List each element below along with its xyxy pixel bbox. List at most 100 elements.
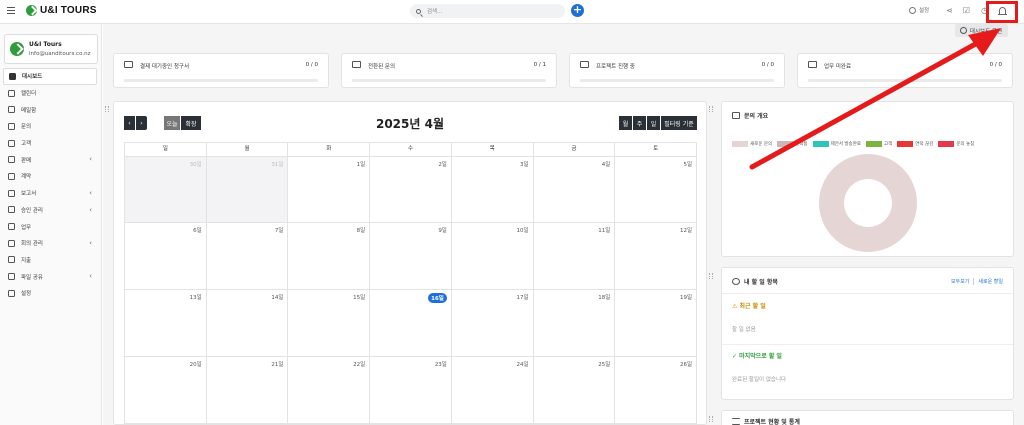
stat-progress-bar xyxy=(352,79,546,82)
calendar-day[interactable]: 11일 xyxy=(534,223,616,289)
calendar-day[interactable]: 26일 xyxy=(615,357,696,423)
calendar-day[interactable]: 6일 xyxy=(125,223,207,289)
calendar-week: 30일 31일 1일 2일 3일 4일 5일 xyxy=(124,156,697,223)
sidebar-item[interactable]: 업무 xyxy=(0,218,101,235)
stat-value: 0 / 0 xyxy=(761,62,774,68)
legend-item[interactable]: 제안서 발송완료 xyxy=(812,141,861,147)
calendar-day[interactable]: 5일 xyxy=(615,157,696,222)
stat-value: 0 / 0 xyxy=(989,62,1002,68)
calendar-day[interactable]: 9일 xyxy=(370,223,452,289)
divider xyxy=(722,344,1013,345)
report-icon xyxy=(8,189,15,197)
search-input[interactable]: 검색... xyxy=(410,4,565,18)
settings-label: 설정 xyxy=(919,8,930,14)
calendar-day[interactable]: 17일 xyxy=(452,290,534,356)
week-view-button[interactable]: 주 xyxy=(633,116,646,130)
sidebar-item-label: 문의 xyxy=(21,124,32,131)
calendar-day[interactable]: 22일 xyxy=(288,357,371,423)
calendar-day[interactable]: 18일 xyxy=(534,290,616,356)
calendar-day[interactable]: 2일 xyxy=(370,157,452,222)
legend-item[interactable]: 연락됨 xyxy=(777,141,808,147)
legend-label: 고객 xyxy=(883,142,893,147)
calendar-day[interactable]: 3일 xyxy=(452,157,534,222)
sidebar-item[interactable]: 캘린더 xyxy=(0,85,101,102)
sidebar-item[interactable]: 계약 xyxy=(0,168,101,185)
drag-handle[interactable] xyxy=(709,273,713,279)
calendar-day[interactable]: 8일 xyxy=(288,223,371,289)
company-card[interactable]: U&I Tours info@uanditours.co.nz xyxy=(4,34,98,64)
sidebar-item[interactable]: 파일 공유 ‹ xyxy=(0,268,101,285)
calendar-day[interactable]: 19일 xyxy=(615,290,696,356)
legend-item[interactable]: 고객 xyxy=(865,141,893,147)
day-view-button[interactable]: 일 xyxy=(647,116,660,130)
search-icon xyxy=(416,8,421,14)
project-icon xyxy=(580,61,589,68)
calendar-day[interactable]: 24일 xyxy=(452,357,534,423)
legend-item[interactable]: 새로운 문의 xyxy=(732,141,772,147)
file-icon xyxy=(808,61,817,68)
app-logo[interactable]: U&I TOURS xyxy=(26,5,97,16)
search-placeholder: 검색... xyxy=(427,9,443,15)
sidebar-item[interactable]: 지출 xyxy=(0,252,101,269)
calendar-day[interactable]: 31일 xyxy=(206,157,289,222)
settings-button[interactable]: 설정 xyxy=(909,6,929,14)
calendar-day[interactable]: 4일 xyxy=(534,157,616,222)
legend-item[interactable]: 연락 끊김 xyxy=(897,141,933,147)
drag-handle[interactable] xyxy=(709,416,713,422)
sidebar-item[interactable]: 판매 ‹ xyxy=(0,151,101,168)
calendar-day[interactable]: 10일 xyxy=(452,223,534,289)
calendar-day[interactable]: 1일 xyxy=(288,157,371,222)
sidebar-item-label: 지출 xyxy=(21,257,32,264)
day-number: 8일 xyxy=(356,228,366,234)
calendar-day[interactable]: 13일 xyxy=(125,290,207,356)
stat-label: 전환된 문의 xyxy=(368,64,396,70)
calendar-day[interactable]: 14일 xyxy=(207,290,289,356)
calendar-icon xyxy=(8,89,15,97)
calendar-day[interactable]: 16일 xyxy=(370,290,452,356)
task-icon xyxy=(8,223,15,231)
calendar-day[interactable]: 20일 xyxy=(125,357,207,423)
sidebar-item[interactable]: 설정 xyxy=(0,285,101,302)
day-number: 1일 xyxy=(356,162,366,168)
legend-item[interactable]: 문의 놓침 xyxy=(938,141,974,147)
view-all-link[interactable]: 모두보기 xyxy=(951,278,969,285)
drag-handle[interactable] xyxy=(709,106,713,112)
menu-icon[interactable] xyxy=(7,7,15,15)
dashboard-options-button[interactable]: 대시보드 옵션 xyxy=(955,24,1008,37)
day-number: 15일 xyxy=(353,295,366,301)
calendar-day[interactable]: 15일 xyxy=(288,290,371,356)
sidebar-item[interactable]: 대시보드 xyxy=(3,68,97,85)
folder-icon xyxy=(8,273,15,281)
day-number: 11일 xyxy=(598,228,611,234)
month-view-button[interactable]: 월 xyxy=(619,116,632,130)
legend-label: 새로운 문의 xyxy=(750,142,773,147)
done-todo-heading: ✓ 마지막으로 할 일 xyxy=(732,353,782,360)
calendar-day[interactable]: 23일 xyxy=(370,357,452,423)
trend-icon xyxy=(352,61,361,68)
sidebar-item[interactable]: 문의 xyxy=(0,118,101,135)
project-stats-widget: 프로젝트 현황 및 통계 xyxy=(721,410,1014,425)
calendar-day[interactable]: 25일 xyxy=(534,357,616,423)
sidebar-item[interactable]: 회의 관리 ‹ xyxy=(0,235,101,252)
calendar-day[interactable]: 7일 xyxy=(207,223,289,289)
legend-swatch xyxy=(777,141,794,147)
calendar-day[interactable]: 12일 xyxy=(615,223,696,289)
day-number: 16일 xyxy=(428,293,447,303)
sidebar-item[interactable]: 승인 관리 ‹ xyxy=(0,202,101,219)
todo-check-icon[interactable]: ☑ xyxy=(962,6,971,15)
inquiry-overview-title: 문의 개요 xyxy=(744,113,769,120)
company-email: info@uanditours.co.nz xyxy=(29,51,91,57)
weekday-label: 수 xyxy=(370,143,452,156)
chevron-left-icon: ‹ xyxy=(89,155,92,164)
new-todo-link[interactable]: 새로운 할일 xyxy=(973,278,1003,285)
sidebar-item[interactable]: 메일함 xyxy=(0,101,101,118)
filter-button[interactable]: 필터링 기준 xyxy=(661,116,697,130)
drag-handle[interactable] xyxy=(105,106,109,112)
quick-add-button[interactable]: + xyxy=(571,4,584,17)
sidebar-item[interactable]: 보고서 ‹ xyxy=(0,185,101,202)
calendar-day[interactable]: 30일 xyxy=(125,157,207,222)
calendar-day[interactable]: 21일 xyxy=(207,357,289,423)
customer-icon xyxy=(8,139,15,147)
share-icon[interactable]: ⋖ xyxy=(945,6,954,15)
sidebar-item[interactable]: 고객 xyxy=(0,135,101,152)
